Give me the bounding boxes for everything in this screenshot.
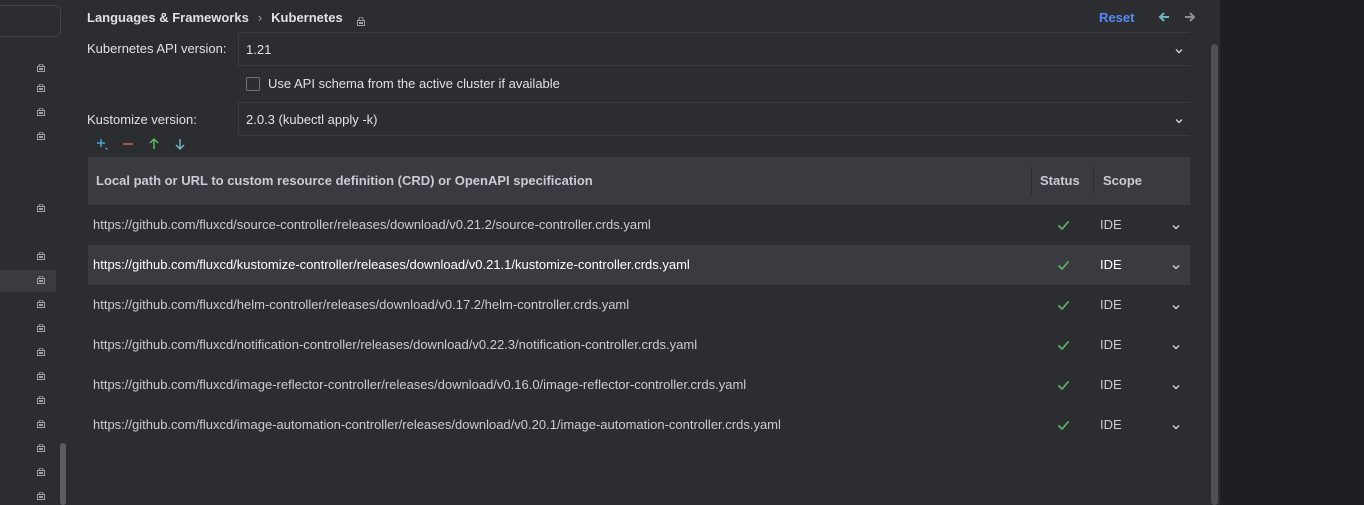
status-ok-icon: [1057, 379, 1070, 391]
chevron-down-icon: [1174, 114, 1184, 124]
crd-toolbar: [95, 137, 199, 151]
api-version-dropdown[interactable]: 1.21: [238, 32, 1190, 66]
project-level-icon: [37, 204, 45, 212]
chevron-down-icon[interactable]: [1171, 340, 1181, 350]
column-divider: [1093, 167, 1094, 195]
status-ok-icon: [1057, 259, 1070, 271]
kustomize-version-label: Kustomize version:: [87, 112, 197, 127]
kustomize-version-value: 2.0.3 (kubectl apply -k): [246, 112, 378, 127]
project-level-icon: [37, 372, 45, 380]
project-level-icon: [37, 252, 45, 260]
crd-url: https://github.com/fluxcd/notification-c…: [93, 337, 698, 352]
use-schema-option: Use API schema from the active cluster i…: [246, 76, 560, 91]
move-down-icon[interactable]: [173, 137, 187, 151]
breadcrumb: Languages & Frameworks › Kubernetes: [87, 10, 365, 26]
crd-url: https://github.com/fluxcd/source-control…: [93, 217, 651, 232]
move-up-icon[interactable]: [147, 137, 161, 151]
column-header-path[interactable]: Local path or URL to custom resource def…: [96, 173, 593, 188]
api-version-value: 1.21: [246, 42, 272, 57]
table-row[interactable]: https://github.com/fluxcd/helm-controlle…: [88, 285, 1190, 325]
status-ok-icon: [1057, 339, 1070, 351]
project-level-icon: [37, 276, 45, 284]
crd-url: https://github.com/fluxcd/image-automati…: [93, 417, 781, 432]
remove-icon[interactable]: [121, 137, 135, 151]
crd-url: https://github.com/fluxcd/helm-controlle…: [93, 297, 630, 312]
settings-search-field[interactable]: [0, 5, 61, 37]
column-header-scope[interactable]: Scope: [1103, 173, 1142, 188]
breadcrumb-parent[interactable]: Languages & Frameworks: [87, 10, 249, 25]
column-divider: [1031, 167, 1032, 195]
status-ok-icon: [1057, 419, 1070, 431]
settings-tree-selected-item[interactable]: [0, 270, 56, 292]
chevron-down-icon[interactable]: [1171, 380, 1181, 390]
scope-value: IDE: [1100, 337, 1122, 352]
project-level-icon: [37, 396, 45, 404]
project-level-icon: [37, 444, 45, 452]
settings-tree-pane: [0, 0, 70, 505]
project-level-icon: [37, 492, 45, 500]
add-icon[interactable]: [95, 137, 109, 151]
scope-value: IDE: [1100, 217, 1122, 232]
project-level-icon: [37, 300, 45, 308]
project-level-icon: [37, 324, 45, 332]
editor-background: [1220, 0, 1364, 505]
project-level-icon: [37, 84, 45, 92]
chevron-down-icon[interactable]: [1171, 260, 1181, 270]
scope-value: IDE: [1100, 257, 1122, 272]
table-row[interactable]: https://github.com/fluxcd/image-reflecto…: [88, 365, 1190, 405]
reset-link[interactable]: Reset: [1099, 10, 1134, 25]
breadcrumb-current: Kubernetes: [271, 10, 343, 25]
crd-url: https://github.com/fluxcd/kustomize-cont…: [93, 257, 690, 272]
project-level-icon: [37, 348, 45, 356]
table-row[interactable]: https://github.com/fluxcd/kustomize-cont…: [88, 245, 1190, 285]
content-scrollbar[interactable]: [1211, 44, 1218, 505]
settings-tree-scrollbar[interactable]: [60, 443, 66, 505]
status-ok-icon: [1057, 299, 1070, 311]
chevron-down-icon[interactable]: [1171, 220, 1181, 230]
chevron-down-icon: [1174, 44, 1184, 54]
table-row[interactable]: https://github.com/fluxcd/notification-c…: [88, 325, 1190, 365]
back-arrow-icon[interactable]: [1157, 9, 1171, 25]
kustomize-version-dropdown[interactable]: 2.0.3 (kubectl apply -k): [238, 102, 1190, 136]
table-body: https://github.com/fluxcd/source-control…: [88, 205, 1190, 445]
project-level-icon: [37, 64, 45, 72]
crd-table: Local path or URL to custom resource def…: [88, 157, 1190, 445]
scope-value: IDE: [1100, 377, 1122, 392]
forward-arrow-icon[interactable]: [1183, 9, 1197, 25]
project-level-icon: [37, 420, 45, 428]
scope-value: IDE: [1100, 297, 1122, 312]
table-row[interactable]: https://github.com/fluxcd/image-automati…: [88, 405, 1190, 445]
table-header: Local path or URL to custom resource def…: [88, 157, 1190, 205]
project-level-icon: [37, 132, 45, 140]
chevron-down-icon[interactable]: [1171, 420, 1181, 430]
crd-url: https://github.com/fluxcd/image-reflecto…: [93, 377, 747, 392]
scope-value: IDE: [1100, 417, 1122, 432]
breadcrumb-separator: ›: [257, 10, 263, 25]
project-level-icon: [37, 468, 45, 476]
chevron-down-icon[interactable]: [1171, 300, 1181, 310]
project-level-icon: [356, 14, 365, 26]
use-schema-checkbox[interactable]: [246, 76, 260, 91]
api-version-label: Kubernetes API version:: [87, 41, 227, 56]
status-ok-icon: [1057, 219, 1070, 231]
table-row[interactable]: https://github.com/fluxcd/source-control…: [88, 205, 1190, 245]
use-schema-label[interactable]: Use API schema from the active cluster i…: [268, 76, 560, 91]
column-header-status[interactable]: Status: [1040, 173, 1080, 188]
project-level-icon: [37, 108, 45, 116]
